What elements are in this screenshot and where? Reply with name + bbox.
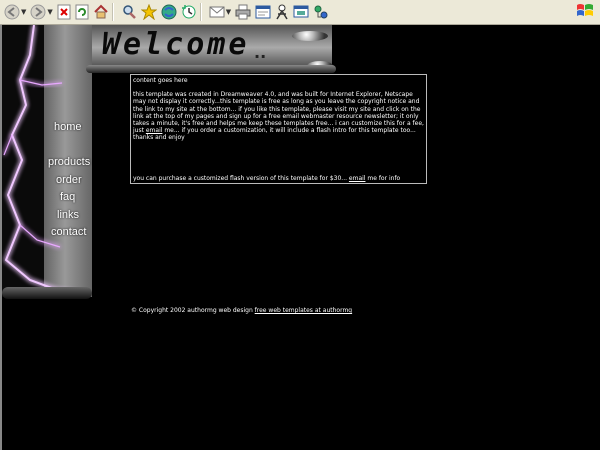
mail-icon (209, 6, 225, 18)
windows-logo-icon (577, 4, 593, 16)
favorites-icon (140, 4, 157, 20)
welcome-dots: .. (254, 43, 267, 62)
back-dropdown-icon[interactable]: ▼ (21, 8, 26, 16)
content-paragraph: this template was created in Dreamweaver… (133, 91, 424, 141)
forward-dropdown-icon[interactable]: ▼ (47, 8, 52, 16)
stop-button[interactable] (57, 2, 71, 22)
purchase-email-link[interactable]: email (349, 175, 366, 182)
refresh-button[interactable] (75, 2, 89, 22)
footer: © Copyright 2002 authormg web design fre… (131, 307, 352, 314)
discuss-icon (293, 5, 309, 18)
stop-icon (57, 4, 71, 20)
chrome-bar-top (86, 65, 336, 73)
nav-contact[interactable]: contact (51, 226, 86, 238)
print-icon (235, 4, 251, 20)
footer-templates-link[interactable]: free web templates at authormg (255, 307, 352, 314)
content-box: content goes here this template was crea… (130, 74, 427, 184)
discuss-button[interactable] (293, 2, 309, 22)
home-button[interactable] (93, 2, 109, 22)
research-icon (314, 5, 328, 19)
search-icon (123, 5, 136, 19)
forward-icon (30, 4, 46, 20)
purchase-text-end: me for info (365, 174, 401, 182)
edit-button[interactable] (255, 2, 271, 22)
history-icon (181, 5, 196, 19)
mail-dropdown-icon[interactable]: ▼ (226, 8, 231, 16)
web-page: Welcome .. home products order faq links… (0, 25, 600, 450)
edit-icon (255, 5, 271, 19)
media-icon (161, 4, 177, 20)
toolbar-separator (199, 3, 202, 21)
paragraph-text-end: me... if you order a customization, it w… (133, 127, 416, 142)
home-icon (94, 4, 108, 19)
research-button[interactable] (313, 2, 329, 22)
nav-links[interactable]: links (57, 209, 79, 221)
search-button[interactable] (121, 2, 137, 22)
mail-button[interactable] (209, 2, 225, 22)
content-placeholder: content goes here (133, 77, 188, 84)
print-button[interactable] (235, 2, 251, 22)
nav-home[interactable]: home (54, 121, 82, 133)
back-button[interactable] (4, 2, 20, 22)
toolbar-separator (111, 3, 114, 21)
nav-products[interactable]: products (48, 156, 90, 168)
purchase-note: you can purchase a customized flash vers… (133, 175, 400, 182)
back-icon (4, 4, 20, 20)
welcome-title: Welcome (102, 27, 250, 62)
messenger-button[interactable] (275, 2, 289, 22)
email-link[interactable]: email (146, 127, 163, 134)
chrome-bar-bottom (2, 287, 92, 299)
purchase-text: you can purchase a customized flash vers… (133, 174, 349, 182)
messenger-icon (276, 4, 288, 20)
browser-toolbar: ▼ ▼ ▼ (0, 0, 600, 25)
history-button[interactable] (181, 2, 197, 22)
nav-faq[interactable]: faq (60, 191, 75, 203)
window-controls (576, 2, 598, 20)
chrome-knob-top (292, 31, 328, 41)
forward-button[interactable] (30, 2, 46, 22)
nav-order[interactable]: order (56, 174, 82, 186)
media-button[interactable] (161, 2, 177, 22)
favorites-button[interactable] (140, 2, 157, 22)
copyright-text: © Copyright 2002 authormg web design (131, 307, 255, 314)
refresh-icon (75, 4, 89, 20)
